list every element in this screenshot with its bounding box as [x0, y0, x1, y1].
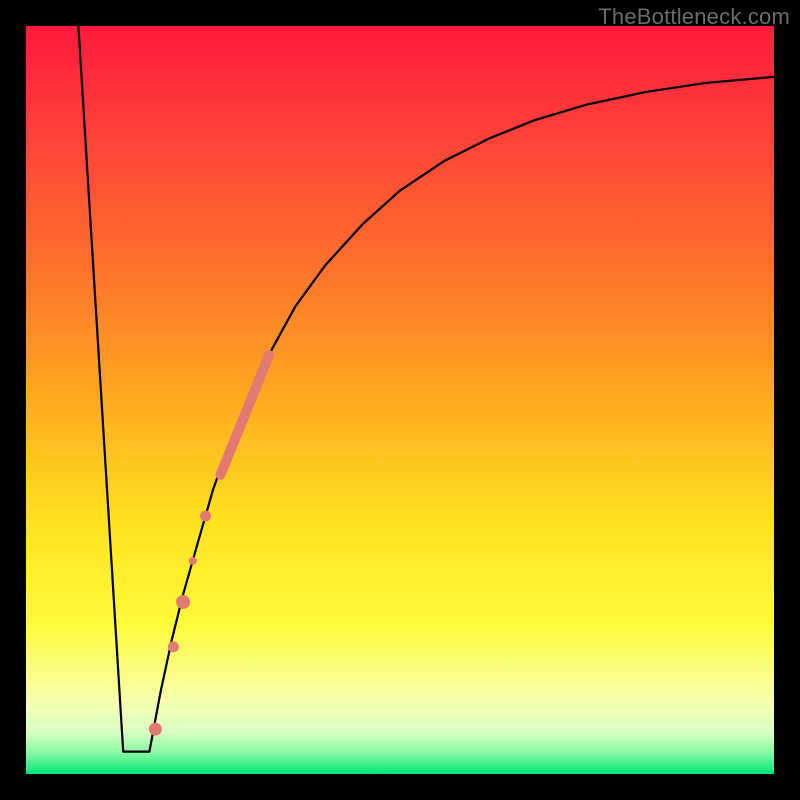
chart-svg — [26, 26, 774, 774]
dot-e — [149, 723, 162, 736]
plot-area — [26, 26, 774, 774]
watermark-label: TheBottleneck.com — [598, 4, 790, 30]
outer-frame: TheBottleneck.com — [0, 0, 800, 800]
dot-c — [176, 595, 190, 609]
gradient-background — [26, 26, 774, 774]
dot-d — [168, 641, 179, 652]
dot-b — [189, 557, 197, 565]
dot-a — [200, 510, 211, 521]
